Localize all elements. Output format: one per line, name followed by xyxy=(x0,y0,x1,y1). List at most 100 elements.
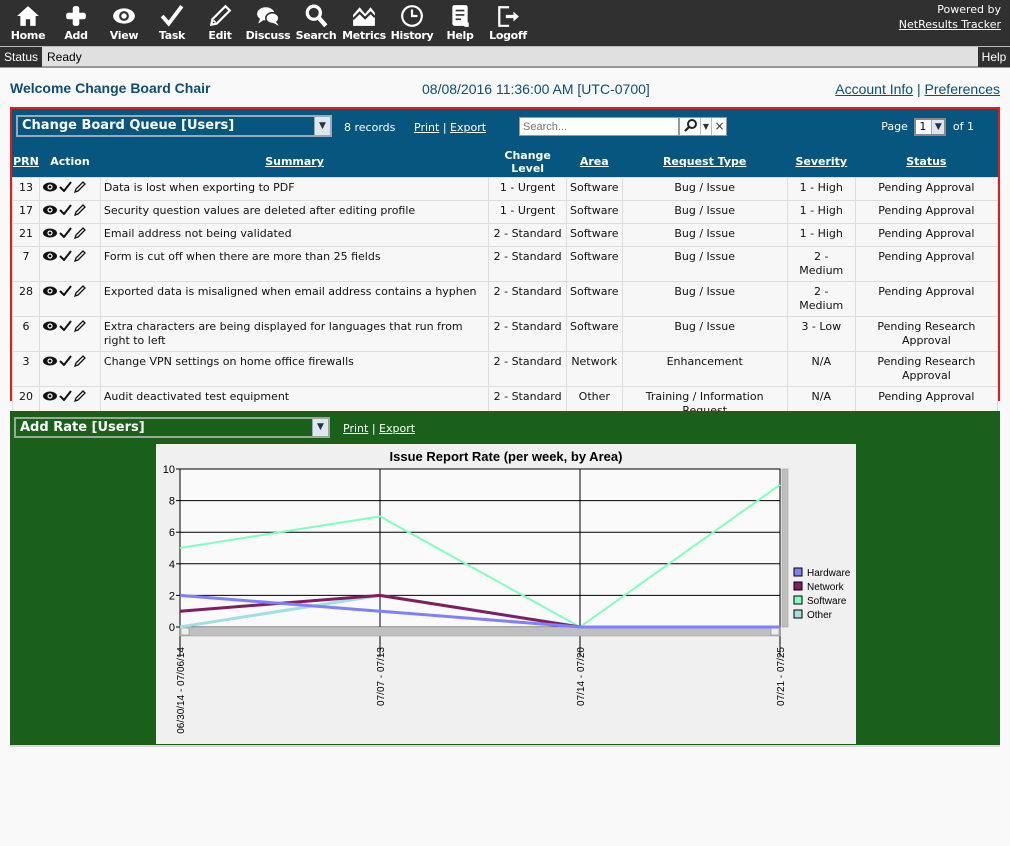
column-header-action: Action xyxy=(39,147,101,177)
edit-pencil-icon[interactable] xyxy=(73,319,86,336)
task-check-icon[interactable] xyxy=(59,227,72,242)
search-icon[interactable] xyxy=(682,118,700,135)
cell-prn[interactable]: 28 xyxy=(12,280,40,317)
search-input[interactable] xyxy=(519,117,679,136)
edit-pencil-icon[interactable] xyxy=(73,180,86,197)
task-check-icon[interactable] xyxy=(59,320,72,335)
queue-report-select[interactable]: Change Board Queue [Users] ▼ xyxy=(16,115,332,137)
column-header-request-type[interactable]: Request Type xyxy=(622,147,788,177)
chart-print-link[interactable]: Print xyxy=(343,422,368,435)
help-button[interactable]: Help xyxy=(978,47,1010,67)
search-controls: ▼ × xyxy=(679,117,727,136)
task-check-icon[interactable] xyxy=(59,181,72,196)
toolbar-search-button[interactable]: Search xyxy=(292,2,340,46)
toolbar-view-button[interactable]: View xyxy=(100,2,148,46)
task-check-icon[interactable] xyxy=(59,250,72,265)
table-row[interactable]: 21 Email address not being validated 2 - S… xyxy=(12,222,999,247)
task-check-icon[interactable] xyxy=(59,285,72,300)
chevron-down-icon[interactable]: ▼ xyxy=(931,120,945,134)
view-icon[interactable] xyxy=(42,356,57,370)
cell-prn[interactable]: 13 xyxy=(12,176,40,201)
edit-pencil-icon[interactable] xyxy=(73,354,86,371)
print-link[interactable]: Print xyxy=(414,121,439,134)
cell-summary[interactable]: Email address not being validated xyxy=(99,222,490,247)
toolbar-label: Task xyxy=(158,29,186,42)
column-header-change-level[interactable]: Change Level xyxy=(488,147,567,177)
search-options-icon[interactable]: ▼ xyxy=(700,118,712,135)
view-icon[interactable] xyxy=(42,391,57,405)
cell-summary[interactable]: Security question values are deleted aft… xyxy=(99,199,490,224)
eye-icon xyxy=(113,8,135,24)
task-check-icon[interactable] xyxy=(59,390,72,405)
cell-prn[interactable]: 7 xyxy=(12,245,40,282)
cell-area: Software xyxy=(566,315,623,352)
chevron-down-icon[interactable]: ▼ xyxy=(312,419,328,436)
page-select[interactable]: 1 ▼ xyxy=(914,118,947,136)
metrics-report-name: Add Rate [Users] xyxy=(20,420,145,435)
table-row[interactable]: 13 Data is lost when exporting to PDF 1 - … xyxy=(12,176,999,201)
export-link[interactable]: Export xyxy=(450,121,486,134)
table-row[interactable]: 17 Security question values are deleted a… xyxy=(12,199,999,224)
table-row[interactable]: 28 Exported data is misaligned when email… xyxy=(12,280,999,317)
cell-prn[interactable]: 17 xyxy=(12,199,40,224)
toolbar-task-button[interactable]: Task xyxy=(148,2,196,46)
product-link[interactable]: NetResults Tracker xyxy=(899,18,1001,31)
account-info-link[interactable]: Account Info xyxy=(835,81,913,97)
cell-change-level: 2 - Standard xyxy=(488,245,568,282)
cell-summary[interactable]: Change VPN settings on home office firew… xyxy=(99,350,490,387)
toolbar-add-button[interactable]: Add xyxy=(52,2,100,46)
task-check-icon[interactable] xyxy=(59,355,72,370)
x-tick-label: 07/21 - 07/25 xyxy=(776,647,787,706)
preferences-link[interactable]: Preferences xyxy=(925,81,1000,97)
column-header-prn[interactable]: PRN xyxy=(12,147,40,177)
cell-prn[interactable]: 6 xyxy=(12,315,40,352)
edit-pencil-icon[interactable] xyxy=(73,389,86,406)
column-header-summary[interactable]: Summary xyxy=(100,147,489,177)
toolbar-history-button[interactable]: History xyxy=(388,2,436,46)
edit-pencil-icon[interactable] xyxy=(73,284,86,301)
cell-summary[interactable]: Extra characters are being displayed for… xyxy=(99,315,490,352)
chevron-down-icon[interactable]: ▼ xyxy=(314,117,330,135)
column-header-status[interactable]: Status xyxy=(855,147,998,177)
column-header-area[interactable]: Area xyxy=(566,147,623,177)
view-icon[interactable] xyxy=(42,251,57,265)
cell-area: Network xyxy=(566,350,623,387)
clear-search-icon[interactable]: × xyxy=(713,118,726,135)
view-icon[interactable] xyxy=(42,286,57,300)
toolbar-help-button[interactable]: Help xyxy=(436,2,484,46)
view-icon[interactable] xyxy=(42,182,57,196)
toolbar-discuss-button[interactable]: Discuss xyxy=(244,2,292,46)
y-tick-label: 0 xyxy=(169,622,175,634)
cell-summary[interactable]: Exported data is misaligned when email a… xyxy=(99,280,490,317)
toolbar-metrics-button[interactable]: Metrics xyxy=(340,2,388,46)
metrics-panel: Add Rate [Users] ▼ Print | Export Issue … xyxy=(10,411,1000,747)
view-icon[interactable] xyxy=(42,228,57,242)
task-check-icon[interactable] xyxy=(59,204,72,219)
table-row[interactable]: 3 Change VPN settings on home office fire… xyxy=(12,350,999,387)
toolbar-logoff-button[interactable]: Logoff xyxy=(484,2,532,46)
edit-pencil-icon[interactable] xyxy=(73,203,86,220)
scroll-right-button xyxy=(770,627,780,636)
table-row[interactable]: 7 Form is cut off when there are more tha… xyxy=(12,245,999,282)
page-value: 1 xyxy=(919,120,927,133)
toolbar-label: History xyxy=(390,29,434,42)
cell-summary[interactable]: Form is cut off when there are more than… xyxy=(99,245,490,282)
cell-prn[interactable]: 21 xyxy=(12,222,40,247)
link-separator: | xyxy=(916,81,921,97)
toolbar-label: Help xyxy=(446,29,474,42)
view-icon[interactable] xyxy=(42,205,57,219)
toolbar-edit-button[interactable]: Edit xyxy=(196,2,244,46)
metrics-report-select[interactable]: Add Rate [Users] ▼ xyxy=(14,417,330,438)
queue-report-name: Change Board Queue [Users] xyxy=(22,118,235,133)
chart-export-link[interactable]: Export xyxy=(379,422,415,435)
edit-pencil-icon[interactable] xyxy=(73,226,86,243)
edit-pencil-icon[interactable] xyxy=(73,249,86,266)
cell-prn[interactable]: 3 xyxy=(12,350,40,387)
cell-actions xyxy=(38,222,101,247)
x-tick-label: 06/30/14 - 07/06/14 xyxy=(176,647,187,734)
cell-summary[interactable]: Data is lost when exporting to PDF xyxy=(99,176,490,201)
column-header-severity[interactable]: Severity xyxy=(787,147,856,177)
table-row[interactable]: 6 Extra characters are being displayed fo… xyxy=(12,315,999,352)
toolbar-home-button[interactable]: Home xyxy=(4,2,52,46)
view-icon[interactable] xyxy=(42,321,57,335)
